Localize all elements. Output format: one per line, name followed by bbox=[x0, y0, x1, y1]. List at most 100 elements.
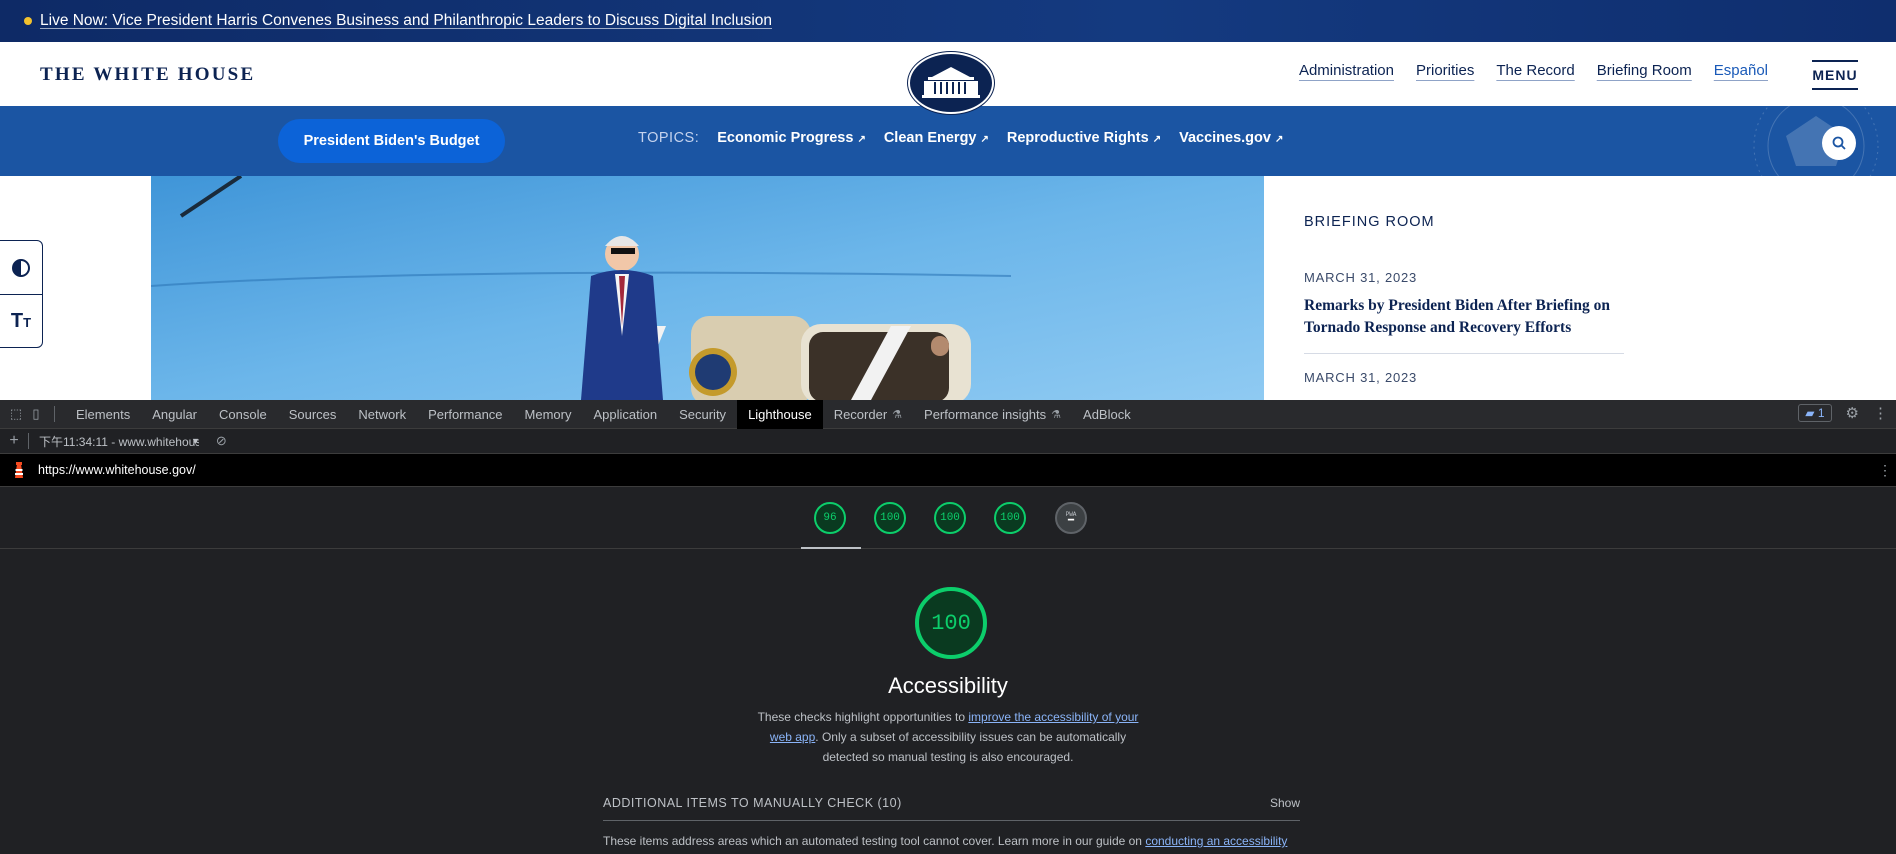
report-url[interactable]: https://www.whitehouse.gov/ bbox=[38, 463, 196, 477]
site-title[interactable]: THE WHITE HOUSE bbox=[40, 64, 255, 86]
site-header: THE WHITE HOUSE Administration Prioritie… bbox=[0, 42, 1896, 114]
message-icon: ▰ bbox=[1805, 406, 1815, 420]
report-menu-icon[interactable]: ⋮ bbox=[1878, 462, 1892, 479]
contrast-icon bbox=[12, 258, 30, 277]
gauge-pwa[interactable]: PWA ━ bbox=[1055, 502, 1087, 534]
main-nav: Administration Priorities The Record Bri… bbox=[1299, 62, 1768, 79]
manual-checks-header[interactable]: ADDITIONAL ITEMS TO MANUALLY CHECK (10) … bbox=[603, 785, 1300, 821]
inspect-element-icon[interactable]: ⬚ bbox=[6, 406, 26, 422]
contrast-toggle[interactable] bbox=[0, 241, 42, 294]
experimental-beaker-icon: ⚗ bbox=[1051, 408, 1062, 421]
category-score-gauge: 100 bbox=[915, 587, 987, 659]
clear-reports-icon[interactable]: ⊘ bbox=[216, 433, 227, 449]
lighthouse-logo-icon bbox=[0, 461, 38, 479]
live-banner[interactable]: Live Now: Vice President Harris Convenes… bbox=[0, 0, 1896, 42]
external-link-icon: ↗ bbox=[1274, 134, 1284, 145]
report-url-bar: https://www.whitehouse.gov/ ⋮ bbox=[0, 454, 1896, 487]
tab-security[interactable]: Security bbox=[668, 400, 737, 429]
score-gauges: 96 100 100 100 PWA ━ bbox=[0, 487, 1896, 549]
white-house-logo-icon[interactable] bbox=[908, 52, 994, 114]
gauge-seo[interactable]: 100 bbox=[994, 502, 1026, 534]
manual-checks-label: ADDITIONAL ITEMS TO MANUALLY CHECK (10) bbox=[603, 795, 902, 810]
report-selector[interactable]: 下午11:34:11 - www.whitehouse.gov bbox=[39, 433, 199, 450]
nav-the-record[interactable]: The Record bbox=[1496, 62, 1574, 79]
topic-clean-energy[interactable]: Clean Energy ↗ bbox=[884, 130, 989, 146]
accessibility-review-link[interactable]: conducting an accessibility bbox=[1145, 834, 1287, 848]
topic-vaccines-gov[interactable]: Vaccines.gov ↗ bbox=[1179, 130, 1283, 146]
tab-label: Performance insights bbox=[924, 406, 1047, 422]
external-link-icon: ↗ bbox=[857, 134, 866, 145]
search-button[interactable] bbox=[1822, 126, 1856, 160]
description-text: These checks highlight opportunities to bbox=[757, 710, 969, 724]
tab-network[interactable]: Network bbox=[347, 400, 417, 429]
new-report-icon[interactable]: + bbox=[0, 432, 28, 450]
external-link-icon: ↗ bbox=[980, 134, 989, 145]
settings-gear-icon[interactable]: ⚙ bbox=[1846, 404, 1859, 422]
more-options-icon[interactable]: ⋮ bbox=[1873, 404, 1888, 422]
tab-performance[interactable]: Performance bbox=[417, 400, 513, 429]
show-toggle[interactable]: Show bbox=[1270, 796, 1300, 810]
devtools-tabbar: ⬚ ▯ Elements Angular Console Sources Net… bbox=[0, 400, 1896, 429]
nav-espanol[interactable]: Español bbox=[1714, 62, 1768, 79]
tab-console[interactable]: Console bbox=[208, 400, 278, 429]
website-viewport: Live Now: Vice President Harris Convenes… bbox=[0, 0, 1896, 400]
tab-adblock[interactable]: AdBlock bbox=[1072, 400, 1142, 429]
hero-image[interactable] bbox=[151, 176, 1264, 400]
tab-angular[interactable]: Angular bbox=[141, 400, 208, 429]
live-dot-icon bbox=[24, 17, 32, 25]
topic-economic-progress[interactable]: Economic Progress ↗ bbox=[717, 130, 866, 146]
topics-label: TOPICS: bbox=[638, 130, 700, 146]
topic-reproductive-rights[interactable]: Reproductive Rights ↗ bbox=[1007, 130, 1161, 146]
topics-bar: President Biden's Budget TOPICS: Economi… bbox=[0, 106, 1896, 176]
description-text: . Only a subset of accessibility issues … bbox=[815, 730, 1127, 764]
topic-label: Reproductive Rights bbox=[1006, 130, 1149, 146]
search-icon bbox=[1832, 136, 1846, 150]
category-title: Accessibility bbox=[888, 673, 1008, 698]
description-text: These items address areas which an autom… bbox=[603, 834, 1146, 848]
dropdown-arrow-icon[interactable]: ▼ bbox=[191, 436, 200, 446]
divider bbox=[54, 406, 55, 422]
tab-performance-insights[interactable]: Performance insights ⚗ bbox=[913, 400, 1072, 429]
briefing-heading[interactable]: BRIEFING ROOM bbox=[1304, 214, 1624, 230]
briefing-date: MARCH 31, 2023 bbox=[1304, 370, 1418, 385]
devtools-panel: ⬚ ▯ Elements Angular Console Sources Net… bbox=[0, 400, 1896, 854]
menu-button[interactable]: MENU bbox=[1812, 60, 1858, 90]
topic-label: Economic Progress bbox=[717, 130, 854, 146]
issues-count: 1 bbox=[1817, 406, 1825, 420]
topic-label: Clean Energy bbox=[883, 130, 977, 146]
accessibility-tools: TT bbox=[0, 240, 43, 348]
tab-sources[interactable]: Sources bbox=[278, 400, 348, 429]
external-link-icon: ↗ bbox=[1152, 134, 1162, 145]
tab-recorder[interactable]: Recorder ⚗ bbox=[823, 400, 913, 429]
briefing-title-link[interactable]: Remarks by President Biden After Briefin… bbox=[1304, 295, 1624, 339]
gauge-accessibility[interactable]: 100 bbox=[874, 502, 906, 534]
gauge-best-practices[interactable]: 100 bbox=[934, 502, 966, 534]
experimental-beaker-icon: ⚗ bbox=[892, 408, 903, 421]
briefing-room-panel: BRIEFING ROOM MARCH 31, 2023 Remarks by … bbox=[1304, 176, 1624, 385]
briefing-date: MARCH 31, 2023 bbox=[1304, 270, 1418, 285]
text-size-toggle[interactable]: TT bbox=[0, 294, 42, 347]
presidential-seal-watermark-icon bbox=[1753, 106, 1879, 176]
issues-badge[interactable]: ▰ 1 bbox=[1798, 404, 1832, 422]
live-banner-link[interactable]: Live Now: Vice President Harris Convenes… bbox=[40, 12, 772, 30]
tab-elements[interactable]: Elements bbox=[65, 400, 141, 429]
tab-lighthouse[interactable]: Lighthouse bbox=[737, 400, 823, 429]
nav-administration[interactable]: Administration bbox=[1299, 62, 1394, 79]
lighthouse-toolbar: + 下午11:34:11 - www.whitehouse.gov ▼ ⊘ bbox=[0, 429, 1896, 454]
tab-memory[interactable]: Memory bbox=[514, 400, 583, 429]
text-size-icon: TT bbox=[10, 309, 32, 332]
topics-list: TOPICS: Economic Progress ↗ Clean Energy ↗… bbox=[638, 130, 1283, 146]
device-toolbar-icon[interactable]: ▯ bbox=[26, 406, 46, 422]
tab-application[interactable]: Application bbox=[582, 400, 668, 429]
nav-briefing-room[interactable]: Briefing Room bbox=[1597, 62, 1692, 79]
budget-button[interactable]: President Biden's Budget bbox=[278, 119, 505, 163]
nav-priorities[interactable]: Priorities bbox=[1416, 62, 1474, 79]
tab-label: Recorder bbox=[833, 406, 888, 422]
divider bbox=[28, 433, 29, 449]
divider bbox=[1304, 353, 1624, 354]
category-description: These checks highlight opportunities to … bbox=[752, 707, 1144, 767]
active-gauge-indicator bbox=[801, 547, 861, 549]
pwa-dash-icon: ━ bbox=[1067, 516, 1075, 527]
gauge-performance[interactable]: 96 bbox=[814, 502, 846, 534]
manual-checks-description: These items address areas which an autom… bbox=[603, 834, 1323, 848]
